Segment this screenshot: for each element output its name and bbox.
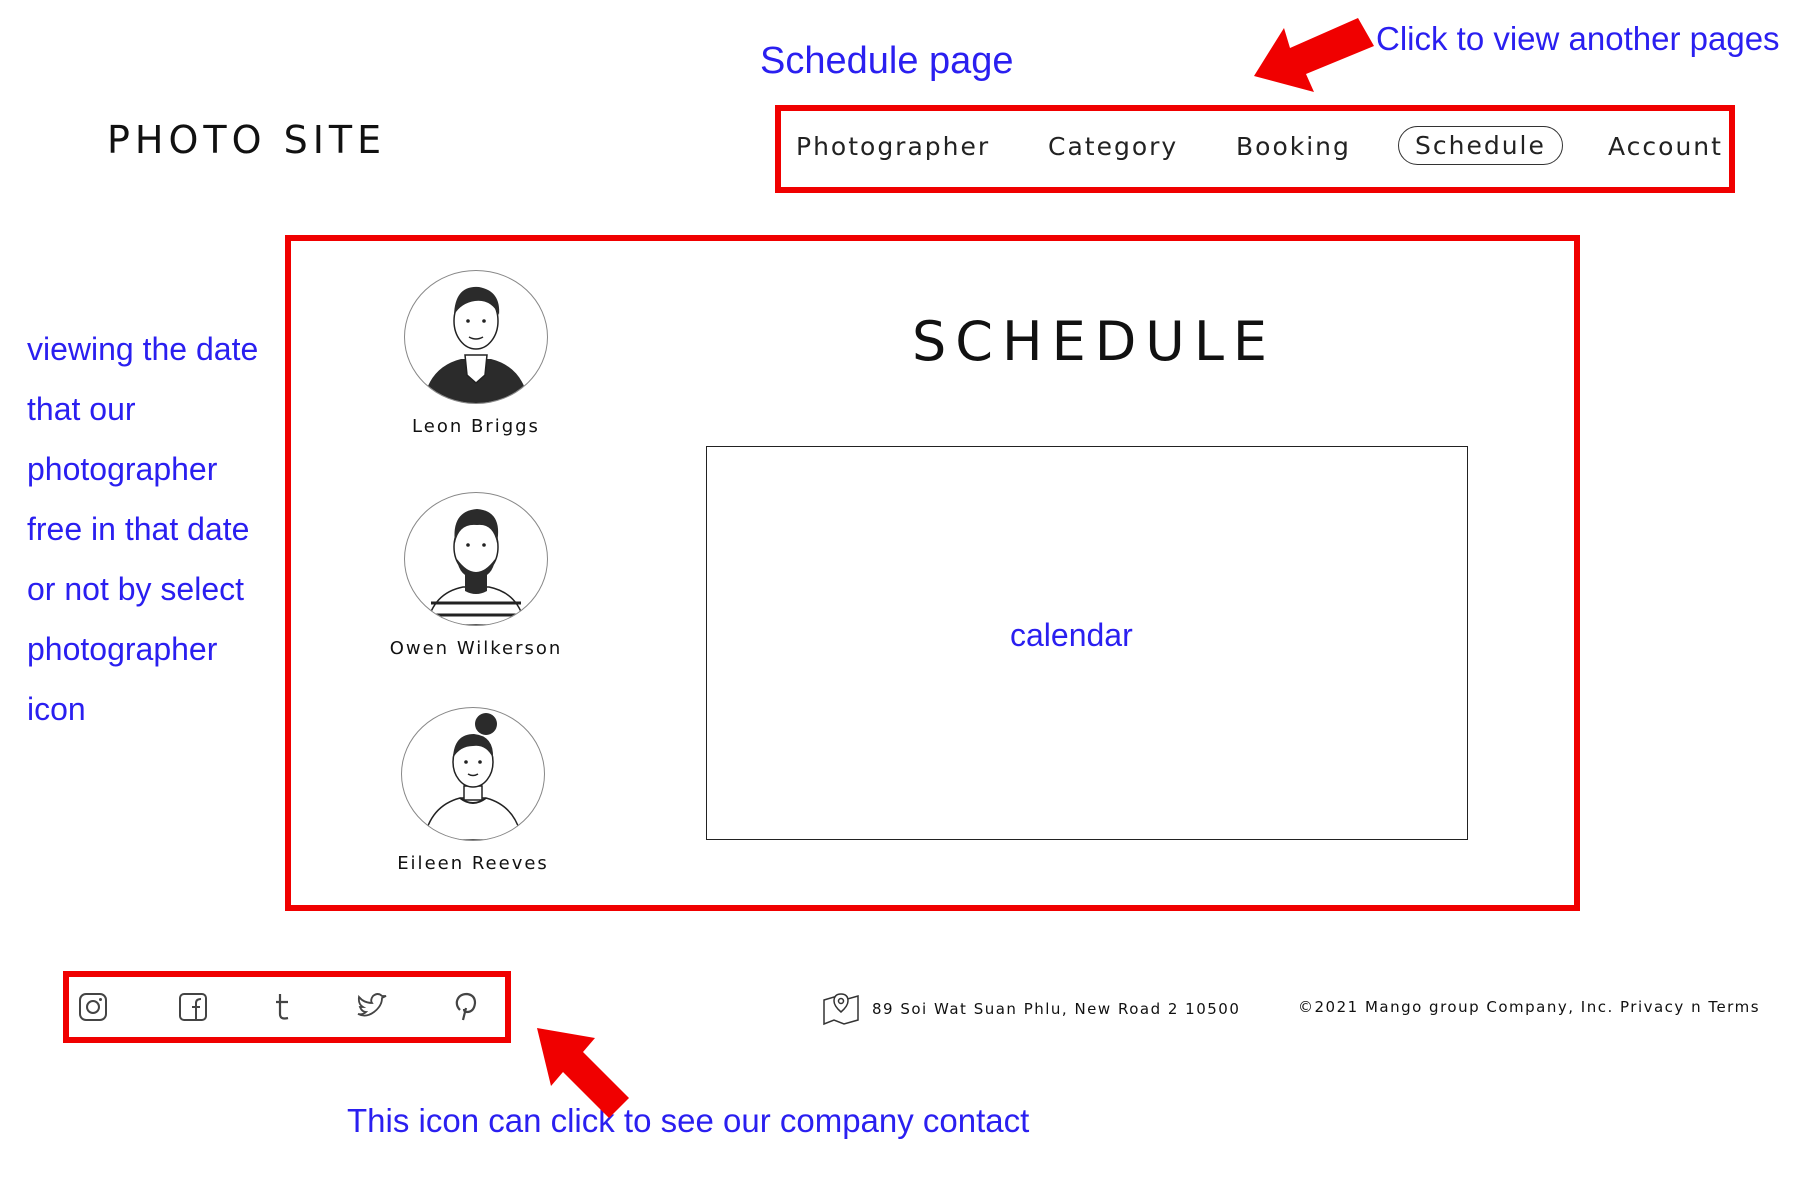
tumblr-icon[interactable] — [266, 990, 300, 1024]
facebook-icon[interactable] — [176, 990, 210, 1024]
main-nav: Photographer Category Booking Schedule A… — [780, 110, 1730, 188]
site-logo[interactable]: PHOTO SITE — [107, 118, 386, 162]
instagram-icon[interactable] — [76, 990, 110, 1024]
nav-photographer[interactable]: Photographer — [796, 132, 990, 161]
annotation-line: photographer — [27, 631, 218, 667]
annotation-line: icon — [27, 691, 86, 727]
photographer-name: Leon Briggs — [412, 416, 540, 437]
annotation-page-label: Schedule page — [760, 40, 1014, 82]
avatar[interactable] — [404, 270, 548, 404]
photographer-name: Owen Wilkerson — [389, 638, 563, 659]
annotation-line: viewing the date — [27, 331, 259, 367]
nav-category[interactable]: Category — [1048, 132, 1178, 161]
copyright-text: ©2021 Mango group Company, Inc. Privacy … — [1298, 998, 1761, 1016]
photographer-name: Eileen Reeves — [397, 853, 549, 874]
map-pin-icon — [823, 993, 859, 1026]
photographer-eileen-reeves[interactable]: Eileen Reeves — [373, 707, 573, 874]
pinterest-icon[interactable] — [448, 990, 482, 1024]
annotation-arrow-top — [1254, 18, 1374, 92]
calendar-placeholder-label: calendar — [1010, 617, 1133, 653]
annotation-line: free in that date — [27, 511, 250, 547]
annotation-line: or not by select — [27, 571, 244, 607]
nav-booking[interactable]: Booking — [1236, 132, 1351, 161]
annotation-left-note: viewing the date that our photographer f… — [27, 325, 287, 745]
nav-account[interactable]: Account — [1608, 132, 1723, 161]
page-title: SCHEDULE — [912, 310, 1277, 373]
avatar[interactable] — [404, 492, 548, 626]
annotation-line: that our — [27, 391, 136, 427]
address-text: 89 Soi Wat Suan Phlu, New Road 2 10500 — [872, 1000, 1241, 1018]
nav-schedule[interactable]: Schedule — [1398, 126, 1563, 165]
annotation-arrow-bottom — [537, 1028, 629, 1118]
footer-address: 89 Soi Wat Suan Phlu, New Road 2 10500 — [822, 992, 1240, 1026]
annotation-nav-hint: Click to view another pages — [1376, 20, 1780, 57]
annotation-footer-hint: This icon can click to see our company c… — [347, 1102, 1030, 1139]
photographer-leon-briggs[interactable]: Leon Briggs — [376, 270, 576, 437]
annotation-line: photographer — [27, 451, 218, 487]
avatar[interactable] — [401, 707, 545, 841]
twitter-icon[interactable] — [354, 990, 388, 1024]
photographer-owen-wilkerson[interactable]: Owen Wilkerson — [376, 492, 576, 659]
